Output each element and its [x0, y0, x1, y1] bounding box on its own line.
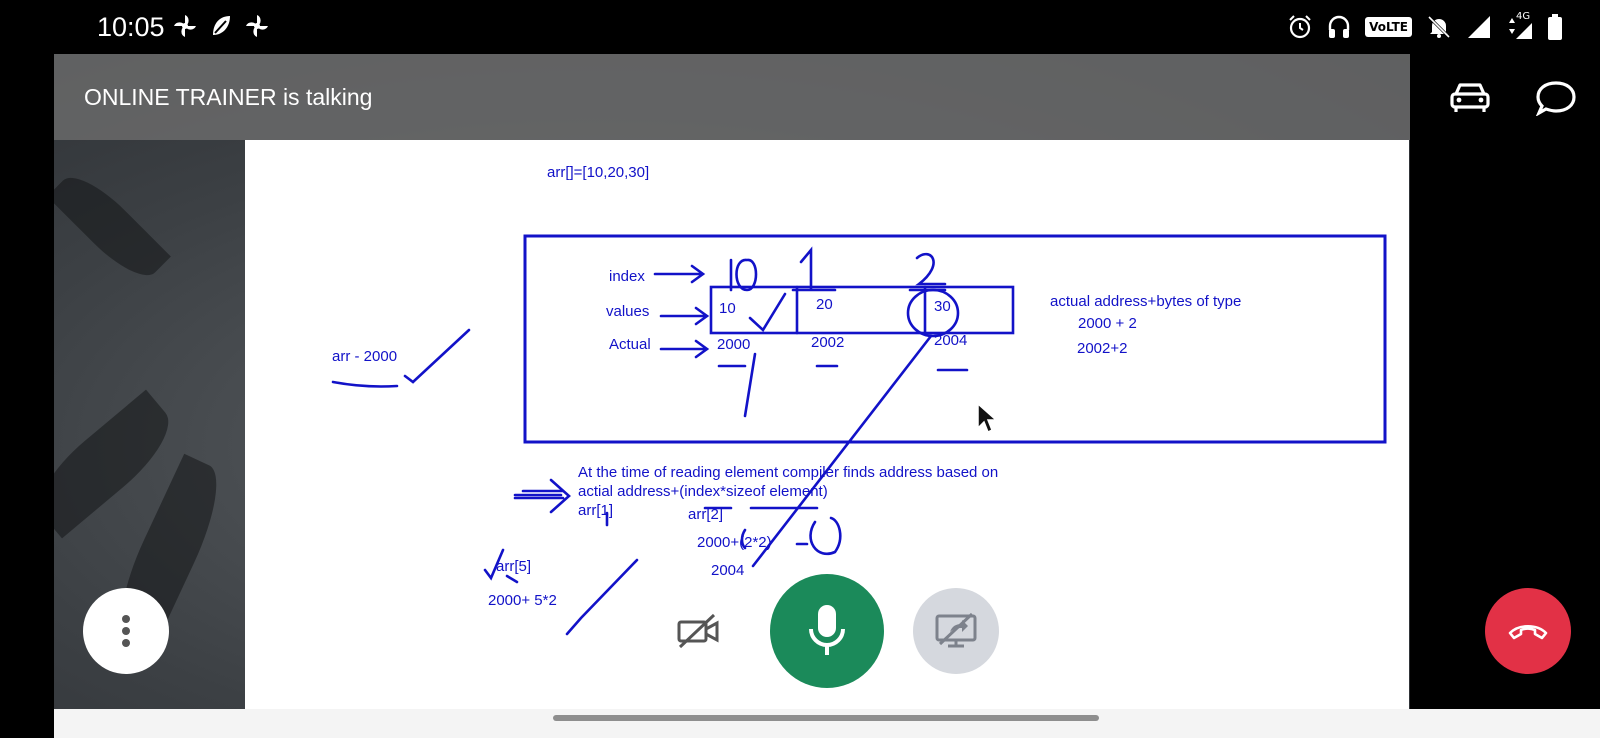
- value-cell-10: 10: [719, 300, 736, 317]
- signal-icon: [1468, 16, 1490, 38]
- active-speaker-label: ONLINE TRAINER is talking: [84, 84, 373, 110]
- call-header: ONLINE TRAINER is talking: [54, 54, 1576, 140]
- navigation-bar: [54, 709, 1600, 738]
- formula-title: actual address+bytes of type: [1050, 293, 1242, 310]
- screen-share-button[interactable]: [913, 588, 999, 674]
- formula-line-1: 2000 + 2: [1078, 315, 1137, 332]
- address-2004: 2004: [934, 332, 968, 349]
- pinwheel-icon: [174, 15, 196, 37]
- car-icon[interactable]: [1448, 80, 1492, 116]
- status-bar: 10:05 VoLTE 4G: [0, 0, 1600, 54]
- leaf-app-icon: [213, 16, 230, 35]
- index-label-0: 0: [723, 248, 742, 287]
- row-label-actual: Actual: [609, 336, 651, 353]
- mouse-cursor-icon: [977, 402, 998, 434]
- row-label-values: values: [606, 303, 650, 320]
- index-label-2: 2: [915, 244, 934, 283]
- mic-icon: [809, 605, 845, 655]
- example-arr-1: arr[1]: [578, 502, 614, 519]
- more-vert-icon: [122, 615, 130, 647]
- battery-icon: [1548, 14, 1562, 40]
- headphones-icon: [1328, 15, 1350, 38]
- bell-off-icon: [1427, 15, 1451, 39]
- home-gesture-handle[interactable]: [553, 715, 1099, 721]
- row-label-index: index: [609, 268, 645, 285]
- volte-badge: VoLTE: [1365, 17, 1412, 37]
- end-call-button[interactable]: [1485, 588, 1571, 674]
- chat-bubble-icon[interactable]: [1534, 80, 1578, 116]
- notification-icons: [172, 13, 270, 39]
- camera-off-icon: [677, 613, 719, 649]
- status-time: 10:05: [97, 12, 165, 42]
- camera-toggle-button[interactable]: [655, 588, 741, 674]
- value-cell-30: 30: [934, 298, 951, 315]
- more-options-button[interactable]: [83, 588, 169, 674]
- example-arr-5-calc: 2000+ 5*2: [488, 592, 557, 609]
- index-label-1: 1: [800, 244, 819, 283]
- example-arr-2-calc: 2000+(2*2): [697, 534, 772, 551]
- microphone-toggle-button[interactable]: [770, 574, 884, 688]
- explanation-line-1: At the time of reading element compiler …: [578, 464, 999, 481]
- data-arrows-icon: 4G: [1506, 11, 1534, 41]
- example-arr-2-result: 2004: [711, 562, 745, 579]
- alarm-icon: [1289, 15, 1311, 39]
- formula-line-2: 2002+2: [1077, 340, 1128, 357]
- explanation-line-2: actial address+(index*sizeof element): [578, 483, 828, 500]
- example-arr-2: arr[2]: [688, 506, 724, 523]
- example-arr-5: arr[5]: [496, 558, 532, 575]
- pinwheel-icon: [246, 15, 268, 37]
- base-address-note: arr - 2000: [332, 348, 398, 365]
- screen-share-off-icon: [935, 612, 977, 648]
- system-icons: VoLTE 4G: [1287, 11, 1562, 41]
- array-heading: arr[]=[10,20,30]: [547, 164, 650, 181]
- end-call-icon: [1508, 624, 1548, 640]
- address-2002: 2002: [811, 334, 845, 351]
- address-2000: 2000: [717, 336, 751, 353]
- background-leaf: [54, 164, 171, 289]
- value-cell-20: 20: [816, 296, 833, 313]
